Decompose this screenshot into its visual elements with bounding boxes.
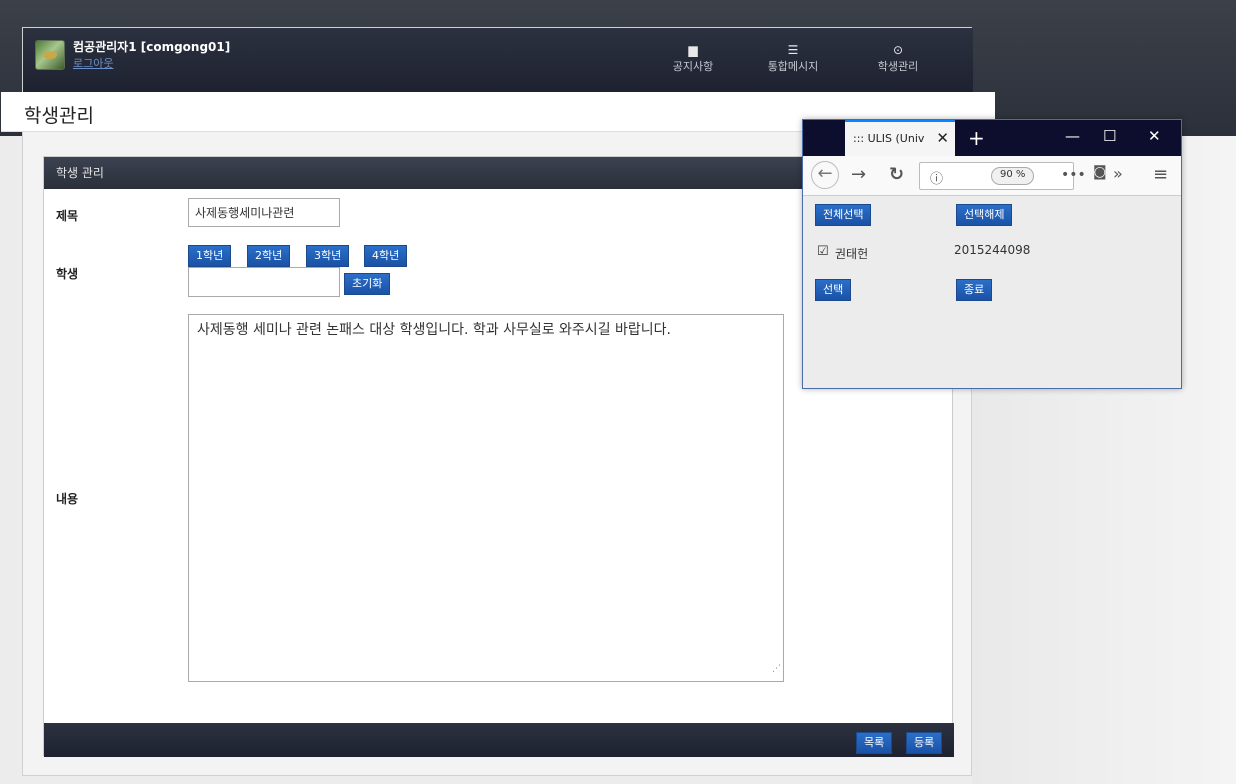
logout-link[interactable]: 로그아웃	[73, 55, 113, 71]
popup-window: ::: ULIS (Univ ✕ + — ☐ ✕ ← → ↻ ⓘ 90 % ••…	[802, 119, 1182, 389]
nav-messages-label: 통합메시지	[767, 60, 819, 73]
student-label: 학생	[56, 267, 79, 281]
student-name: 권태헌	[835, 247, 869, 261]
maximize-icon[interactable]: ☐	[1103, 127, 1116, 145]
pocket-icon[interactable]: ◙	[1093, 164, 1107, 180]
register-button[interactable]: 등록	[906, 732, 943, 754]
grade-1-button[interactable]: 1학년	[188, 245, 232, 267]
reload-icon[interactable]: ↻	[889, 164, 904, 185]
circle-check-icon: ⊙	[892, 43, 904, 57]
info-icon[interactable]: ⓘ	[930, 168, 943, 187]
popup-body: 전체선택 선택해제 ☑ 권태헌 2015244098 선택 종료	[803, 196, 1181, 388]
notice-icon: ▆	[688, 43, 698, 57]
zoom-level[interactable]: 90 %	[991, 167, 1035, 185]
content-text: 사제동행 세미나 관련 논패스 대상 학생입니다. 학과 사무실로 와주시길 바…	[197, 322, 671, 338]
content-label: 내용	[56, 492, 79, 506]
top-header: 컴공관리자1 [comgong01] 로그아웃 ▆ 공지사항 ☰ 통합메시지 ⊙…	[23, 28, 973, 92]
more-icon[interactable]: •••	[1061, 167, 1086, 183]
page-title: 학생관리	[24, 105, 94, 127]
panel-footer: 목록 등록	[44, 723, 954, 757]
list-button[interactable]: 목록	[856, 732, 893, 754]
subject-label: 제목	[56, 209, 79, 223]
tab-title: ::: ULIS (Univ	[853, 132, 925, 145]
browser-tab-bar: ::: ULIS (Univ ✕ + — ☐ ✕	[803, 120, 1181, 156]
reset-button[interactable]: 초기화	[344, 273, 391, 295]
menu-icon[interactable]: ≡	[1153, 164, 1168, 185]
browser-toolbar: ← → ↻ ⓘ 90 % ••• ◙ » ≡	[803, 156, 1181, 196]
select-all-button[interactable]: 전체선택	[815, 204, 872, 226]
grade-4-button[interactable]: 4학년	[364, 245, 408, 267]
resize-grip-icon[interactable]: ⋰	[772, 660, 781, 679]
nav-students-label: 학생관리	[877, 60, 919, 73]
nav-notice-label: 공지사항	[672, 60, 714, 73]
forward-icon[interactable]: →	[851, 164, 866, 185]
student-id: 2015244098	[954, 243, 1031, 257]
user-name: 컴공관리자1 [comgong01]	[73, 40, 231, 54]
window-close-icon[interactable]: ✕	[1148, 127, 1161, 145]
browser-tab[interactable]: ::: ULIS (Univ ✕	[845, 120, 955, 156]
overflow-icon[interactable]: »	[1113, 164, 1123, 183]
close-button[interactable]: 종료	[956, 279, 993, 301]
avatar	[35, 40, 65, 70]
nav-students[interactable]: ⊙ 학생관리	[858, 42, 938, 74]
student-input[interactable]	[188, 267, 340, 297]
student-checkbox[interactable]: ☑	[817, 244, 829, 259]
back-icon[interactable]: ←	[811, 161, 839, 189]
tab-close-icon[interactable]: ✕	[936, 129, 949, 147]
new-tab-icon[interactable]: +	[968, 126, 985, 150]
minimize-icon[interactable]: —	[1065, 127, 1080, 145]
nav-messages[interactable]: ☰ 통합메시지	[753, 42, 833, 74]
grade-2-button[interactable]: 2학년	[247, 245, 291, 267]
subject-input[interactable]: 사제동행세미나관련	[188, 198, 340, 227]
select-button[interactable]: 선택	[815, 279, 852, 301]
grade-3-button[interactable]: 3학년	[306, 245, 350, 267]
list-icon: ☰	[787, 43, 799, 57]
deselect-button[interactable]: 선택해제	[956, 204, 1013, 226]
nav-notice[interactable]: ▆ 공지사항	[653, 42, 733, 74]
content-textarea[interactable]: 사제동행 세미나 관련 논패스 대상 학생입니다. 학과 사무실로 와주시길 바…	[188, 314, 784, 682]
